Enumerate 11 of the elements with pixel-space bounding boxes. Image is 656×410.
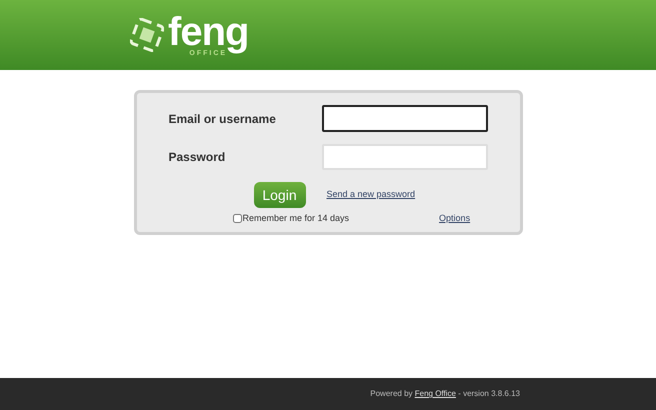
options-link[interactable]: Options (439, 212, 470, 226)
password-field[interactable] (322, 144, 488, 170)
footer-text: Powered by Feng Office - version 3.8.6.13 (370, 388, 520, 400)
footer-link[interactable]: Feng Office (414, 389, 456, 398)
logo-icon (130, 18, 164, 52)
send-password-link[interactable]: Send a new password (326, 188, 416, 202)
remember-checkbox[interactable] (232, 214, 242, 224)
field-label: Email or username (168, 110, 276, 128)
username-field[interactable] (322, 105, 488, 132)
remember-label: Remember me for 14 days (242, 212, 350, 225)
field-label: Password (168, 149, 226, 166)
